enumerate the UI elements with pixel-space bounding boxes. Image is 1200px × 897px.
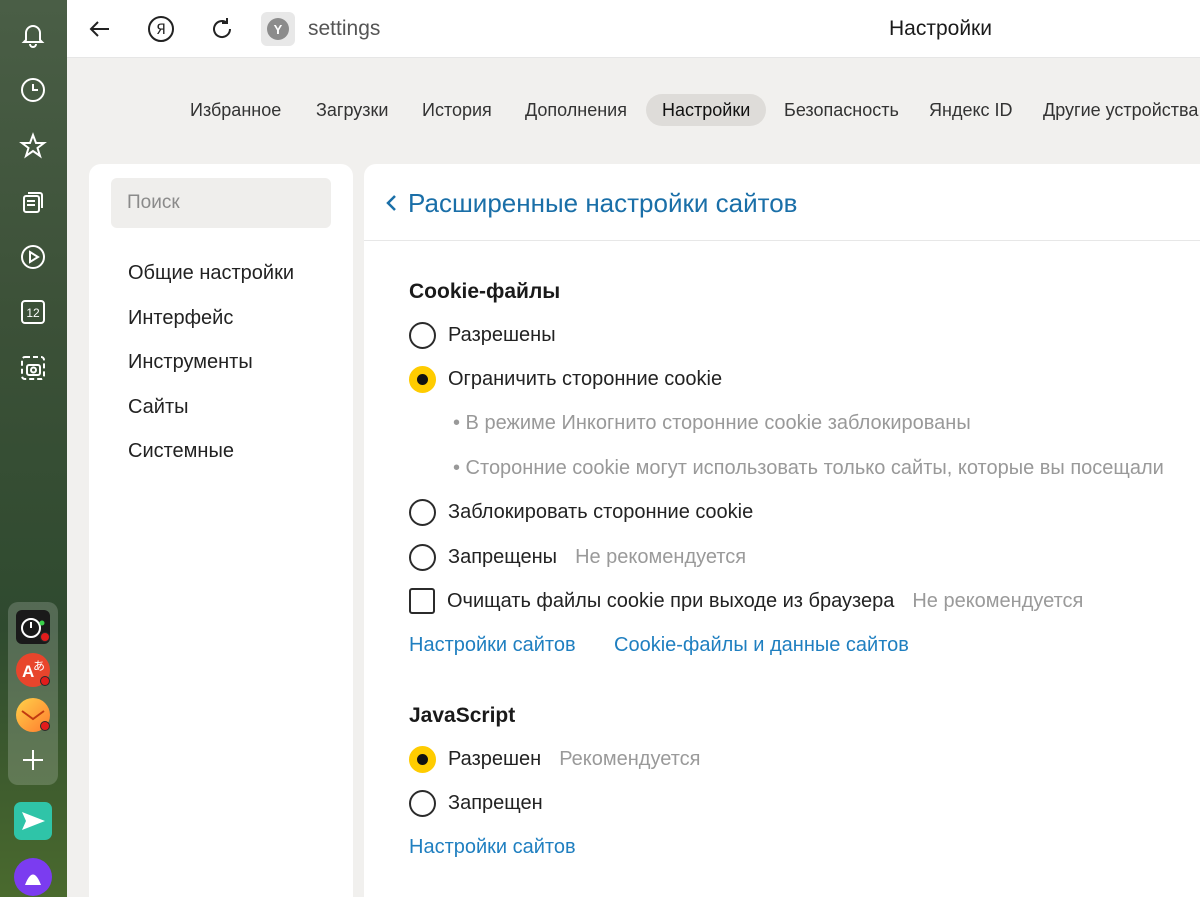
panel-header: Расширенные настройки сайтов <box>364 164 1200 241</box>
reload-icon[interactable] <box>207 14 237 44</box>
option-label: Запрещены <box>448 545 558 568</box>
cookie-option-block-third-party[interactable]: Заблокировать сторонние cookie <box>409 497 753 527</box>
notification-dot <box>40 632 50 642</box>
option-label: Запрещен <box>448 791 543 814</box>
add-extension-icon[interactable] <box>19 746 47 774</box>
ya-letter: Я <box>156 22 166 38</box>
tab-settings[interactable]: Настройки <box>646 94 767 126</box>
favicon-letter: Y <box>274 22 283 37</box>
menu-item-system[interactable]: Системные <box>128 440 234 463</box>
cookie-sub-note: • В режиме Инкогнито сторонние cookie за… <box>453 412 971 434</box>
option-label: Разрешены <box>448 323 556 346</box>
star-icon[interactable] <box>19 132 47 160</box>
tab-yandex-id[interactable]: Яндекс ID <box>913 94 1029 126</box>
js-option-forbidden[interactable]: Запрещен <box>409 788 543 818</box>
alice-assistant-icon[interactable] <box>14 858 52 896</box>
back-chevron-icon[interactable] <box>384 192 398 214</box>
radio-button-selected[interactable] <box>409 365 436 393</box>
address-bar-url[interactable]: settings <box>308 17 380 41</box>
browser-topbar: Я Y settings Настройки <box>67 0 1200 58</box>
option-label: Ограничить сторонние cookie <box>448 367 723 390</box>
browser-sidebar: 12 Aあ <box>0 0 67 897</box>
option-label: Заблокировать сторонние cookie <box>448 500 754 523</box>
tab-favorites[interactable]: Избранное <box>174 94 297 126</box>
cookie-option-allowed[interactable]: Разрешены <box>409 320 556 350</box>
checkbox[interactable] <box>409 588 435 614</box>
radio-button[interactable] <box>409 789 436 817</box>
settings-tabs: Избранное Загрузки История Дополнения На… <box>67 94 1200 128</box>
recommended-note: Рекомендуется <box>559 747 701 770</box>
timer-extension-icon[interactable] <box>16 610 50 644</box>
bell-icon[interactable] <box>19 20 47 48</box>
menu-item-sites[interactable]: Сайты <box>128 396 189 419</box>
notification-dot <box>40 721 50 731</box>
site-settings-link[interactable]: Настройки сайтов <box>409 634 576 657</box>
tab-other-devices[interactable]: Другие устройства <box>1027 94 1200 126</box>
video-play-icon[interactable] <box>19 243 47 271</box>
cookie-sub-note: • Сторонние cookie могут использовать то… <box>453 457 1164 479</box>
option-label: Разрешен <box>448 747 542 770</box>
mail-extension-icon[interactable] <box>16 698 50 732</box>
tab-downloads[interactable]: Загрузки <box>300 94 404 126</box>
settings-search-input[interactable] <box>111 178 331 228</box>
tab-extensions[interactable]: Дополнения <box>509 94 643 126</box>
screenshot-camera-icon[interactable] <box>19 354 47 382</box>
radio-button[interactable] <box>409 498 436 526</box>
menu-item-interface[interactable]: Интерфейс <box>128 307 233 330</box>
site-favicon-icon[interactable]: Y <box>261 12 295 46</box>
cookie-data-link[interactable]: Cookie-файлы и данные сайтов <box>614 634 909 657</box>
yandex-home-icon[interactable]: Я <box>146 14 176 44</box>
tab-history[interactable]: История <box>406 94 508 126</box>
radio-button[interactable] <box>409 321 436 349</box>
checkbox-label: Очищать файлы cookie при выходе из брауз… <box>447 589 895 612</box>
cookie-option-forbidden[interactable]: Запрещены Не рекомендуется <box>409 542 746 572</box>
clear-cookies-on-exit[interactable]: Очищать файлы cookie при выходе из брауз… <box>409 586 1083 616</box>
menu-item-tools[interactable]: Инструменты <box>128 351 253 374</box>
menu-item-general[interactable]: Общие настройки <box>128 262 294 285</box>
javascript-section-title: JavaScript <box>409 704 516 727</box>
calendar-12-icon[interactable]: 12 <box>19 298 47 326</box>
panel-title: Расширенные настройки сайтов <box>408 188 798 218</box>
page-title: Настройки <box>889 17 992 40</box>
collections-icon[interactable] <box>19 188 47 216</box>
cookie-option-limit-third-party[interactable]: Ограничить сторонние cookie <box>409 364 722 394</box>
tab-security[interactable]: Безопасность <box>768 94 915 126</box>
radio-button-selected[interactable] <box>409 745 436 773</box>
messenger-send-icon[interactable] <box>14 802 52 840</box>
notification-dot <box>40 676 50 686</box>
cookies-section-title: Cookie-файлы <box>409 280 561 303</box>
calendar-day: 12 <box>26 306 40 320</box>
js-option-allowed[interactable]: Разрешен Рекомендуется <box>409 744 700 774</box>
settings-menu: Общие настройки Интерфейс Инструменты Са… <box>89 164 353 897</box>
radio-button[interactable] <box>409 543 436 571</box>
back-arrow-icon[interactable] <box>85 14 115 44</box>
js-site-settings-link[interactable]: Настройки сайтов <box>409 836 576 859</box>
settings-main-panel: Расширенные настройки сайтов Cookie-файл… <box>364 164 1200 897</box>
svg-text:あ: あ <box>33 659 45 673</box>
translator-extension-icon[interactable]: Aあ <box>16 653 50 687</box>
clock-icon[interactable] <box>19 76 47 104</box>
not-recommended-note: Не рекомендуется <box>575 545 747 568</box>
not-recommended-note: Не рекомендуется <box>912 589 1084 612</box>
